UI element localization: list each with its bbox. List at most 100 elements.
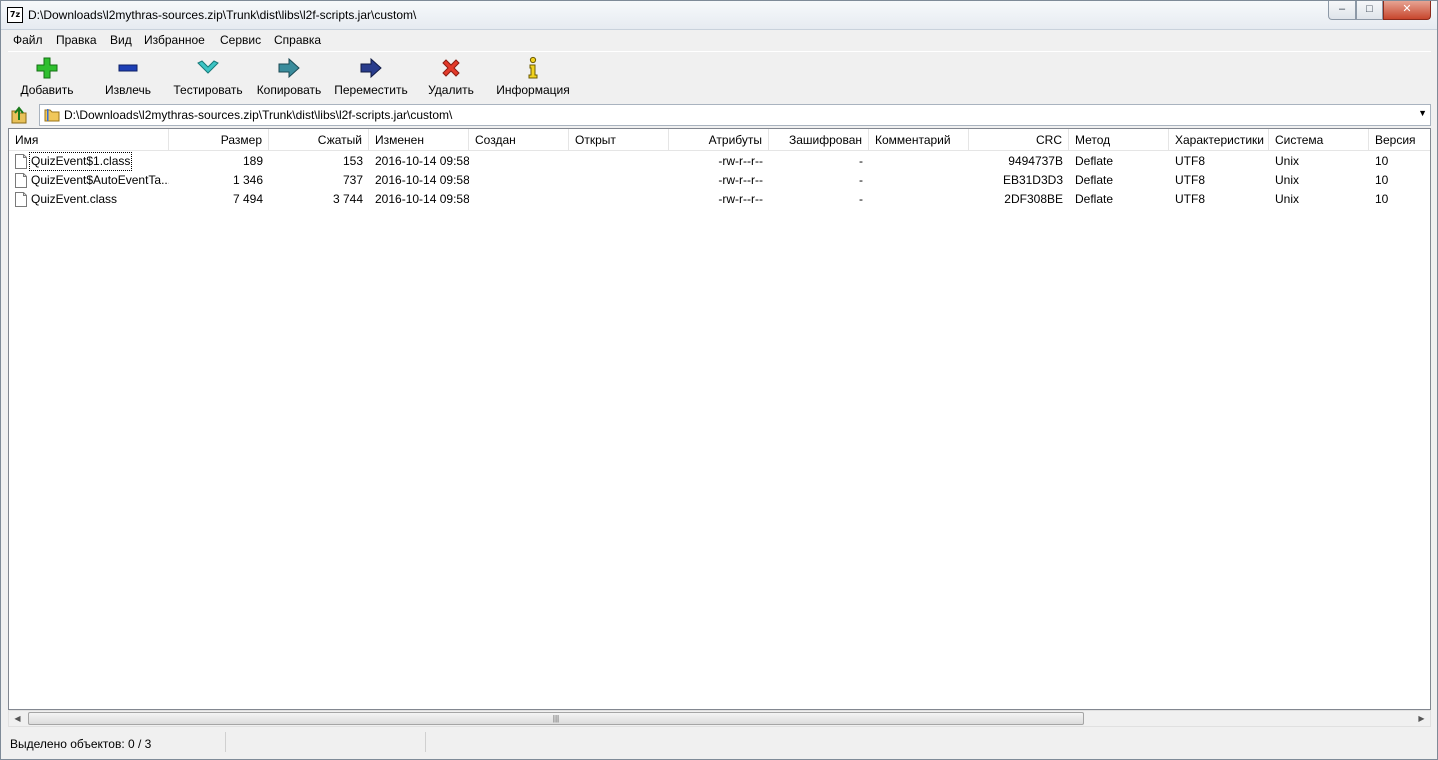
file-name: QuizEvent.class bbox=[31, 192, 118, 206]
7zip-app-icon[interactable]: 7z bbox=[7, 7, 23, 23]
column-header-method[interactable]: Метод bbox=[1069, 129, 1169, 151]
move-button[interactable]: Переместить bbox=[333, 52, 409, 100]
info-icon bbox=[528, 56, 538, 79]
menu-tools[interactable]: Сервис bbox=[220, 33, 261, 47]
modified-cell: 2016-10-14 09:58 bbox=[375, 173, 469, 187]
menu-edit[interactable]: Правка bbox=[56, 33, 97, 47]
table-row[interactable]: QuizEvent$1.class 189 153 2016-10-14 09:… bbox=[9, 152, 1430, 171]
info-button[interactable]: Информация bbox=[493, 52, 573, 100]
column-header-host-os[interactable]: Система bbox=[1269, 129, 1369, 151]
method-cell: Deflate bbox=[1075, 154, 1114, 168]
scrollbar-thumb[interactable]: ||| bbox=[28, 712, 1084, 725]
column-header-created[interactable]: Создан bbox=[469, 129, 569, 151]
file-icon bbox=[15, 192, 27, 207]
size-cell: 189 bbox=[242, 154, 263, 168]
add-icon bbox=[36, 57, 58, 79]
attributes-cell: -rw-r--r-- bbox=[718, 173, 763, 187]
packed-cell: 153 bbox=[342, 154, 363, 168]
comment-cell bbox=[869, 190, 969, 209]
attributes-cell: -rw-r--r-- bbox=[718, 192, 763, 206]
scroll-left-arrow-icon[interactable]: ◀ bbox=[9, 711, 26, 726]
folder-up-icon bbox=[11, 106, 27, 124]
file-icon bbox=[15, 154, 27, 169]
column-header-characteristics[interactable]: Характеристики bbox=[1169, 129, 1269, 151]
folder-icon bbox=[44, 109, 60, 122]
info-label: Информация bbox=[496, 83, 570, 97]
version-cell: 10 bbox=[1375, 192, 1389, 206]
crc-cell: EB31D3D3 bbox=[1002, 173, 1063, 187]
extract-button[interactable]: Извлечь bbox=[96, 52, 160, 100]
packed-cell: 3 744 bbox=[332, 192, 363, 206]
add-button[interactable]: Добавить bbox=[14, 52, 80, 100]
dropdown-arrow-icon[interactable]: ▼ bbox=[1418, 108, 1427, 118]
address-field[interactable]: D:\Downloads\l2mythras-sources.zip\Trunk… bbox=[39, 104, 1431, 126]
column-header-size[interactable]: Размер bbox=[169, 129, 269, 151]
horizontal-scrollbar[interactable]: ◀ ||| ▶ bbox=[8, 710, 1431, 727]
menu-favorites[interactable]: Избранное bbox=[144, 33, 205, 47]
host-os-cell: Unix bbox=[1275, 154, 1300, 168]
delete-label: Удалить bbox=[428, 83, 474, 97]
encrypted-cell: - bbox=[859, 192, 863, 206]
up-folder-button[interactable] bbox=[8, 104, 30, 125]
version-cell: 10 bbox=[1375, 173, 1389, 187]
column-header-row: Имя Размер Сжатый Изменен Создан Открыт … bbox=[9, 129, 1430, 151]
minimize-button[interactable]: – bbox=[1328, 1, 1356, 20]
test-label: Тестировать bbox=[173, 83, 243, 97]
column-header-encrypted[interactable]: Зашифрован bbox=[769, 129, 869, 151]
modified-cell: 2016-10-14 09:58 bbox=[375, 192, 469, 206]
address-bar: D:\Downloads\l2mythras-sources.zip\Trunk… bbox=[8, 103, 1431, 126]
close-button[interactable]: ✕ bbox=[1383, 1, 1431, 20]
menu-help[interactable]: Справка bbox=[274, 33, 321, 47]
size-cell: 1 346 bbox=[232, 173, 263, 187]
file-list[interactable]: Имя Размер Сжатый Изменен Создан Открыт … bbox=[8, 128, 1431, 710]
status-selected-count: Выделено объектов: 0 / 3 bbox=[10, 737, 152, 751]
crc-cell: 2DF308BE bbox=[1004, 192, 1063, 206]
column-header-version[interactable]: Версия bbox=[1369, 129, 1430, 151]
toolbar: Добавить Извлечь Тестировать Копировать … bbox=[8, 51, 1431, 102]
encrypted-cell: - bbox=[859, 173, 863, 187]
column-header-comment[interactable]: Комментарий bbox=[869, 129, 969, 151]
menu-bar: Файл Правка Вид Избранное Сервис Справка bbox=[8, 31, 1431, 50]
host-os-cell: Unix bbox=[1275, 173, 1300, 187]
title-bar[interactable]: 7z D:\Downloads\l2mythras-sources.zip\Tr… bbox=[1, 1, 1437, 30]
accessed-cell bbox=[569, 171, 669, 190]
accessed-cell bbox=[569, 152, 669, 171]
created-cell bbox=[469, 171, 569, 190]
accessed-cell bbox=[569, 190, 669, 209]
move-label: Переместить bbox=[334, 83, 408, 97]
delete-x-icon bbox=[442, 59, 460, 77]
menu-file[interactable]: Файл bbox=[13, 33, 43, 47]
column-header-modified[interactable]: Изменен bbox=[369, 129, 469, 151]
column-header-packed[interactable]: Сжатый bbox=[269, 129, 369, 151]
menu-view[interactable]: Вид bbox=[110, 33, 132, 47]
copy-label: Копировать bbox=[256, 83, 322, 97]
column-header-name[interactable]: Имя bbox=[9, 129, 169, 151]
characteristics-cell: UTF8 bbox=[1175, 192, 1205, 206]
table-row[interactable]: QuizEvent.class 7 494 3 744 2016-10-14 0… bbox=[9, 190, 1430, 209]
delete-button[interactable]: Удалить bbox=[420, 52, 482, 100]
crc-cell: 9494737B bbox=[1008, 154, 1063, 168]
status-segment-2 bbox=[226, 732, 426, 752]
file-name: QuizEvent$AutoEventTa... bbox=[31, 173, 169, 187]
host-os-cell: Unix bbox=[1275, 192, 1300, 206]
maximize-button[interactable]: □ bbox=[1356, 1, 1383, 20]
version-cell: 10 bbox=[1375, 154, 1389, 168]
copy-button[interactable]: Копировать bbox=[253, 52, 325, 100]
size-cell: 7 494 bbox=[232, 192, 263, 206]
encrypted-cell: - bbox=[859, 154, 863, 168]
column-header-attributes[interactable]: Атрибуты bbox=[669, 129, 769, 151]
minus-icon bbox=[118, 64, 138, 72]
created-cell bbox=[469, 152, 569, 171]
extract-label: Извлечь bbox=[104, 83, 151, 97]
app-window: 7z D:\Downloads\l2mythras-sources.zip\Tr… bbox=[0, 0, 1438, 760]
method-cell: Deflate bbox=[1075, 192, 1114, 206]
characteristics-cell: UTF8 bbox=[1175, 154, 1205, 168]
column-header-accessed[interactable]: Открыт bbox=[569, 129, 669, 151]
comment-cell bbox=[869, 171, 969, 190]
scroll-right-arrow-icon[interactable]: ▶ bbox=[1413, 711, 1430, 726]
file-name: QuizEvent$1.class bbox=[28, 152, 133, 171]
name-cell: QuizEvent$1.class bbox=[9, 152, 169, 171]
column-header-crc[interactable]: CRC bbox=[969, 129, 1069, 151]
table-row[interactable]: QuizEvent$AutoEventTa... 1 346 737 2016-… bbox=[9, 171, 1430, 190]
test-button[interactable]: Тестировать bbox=[171, 52, 245, 100]
